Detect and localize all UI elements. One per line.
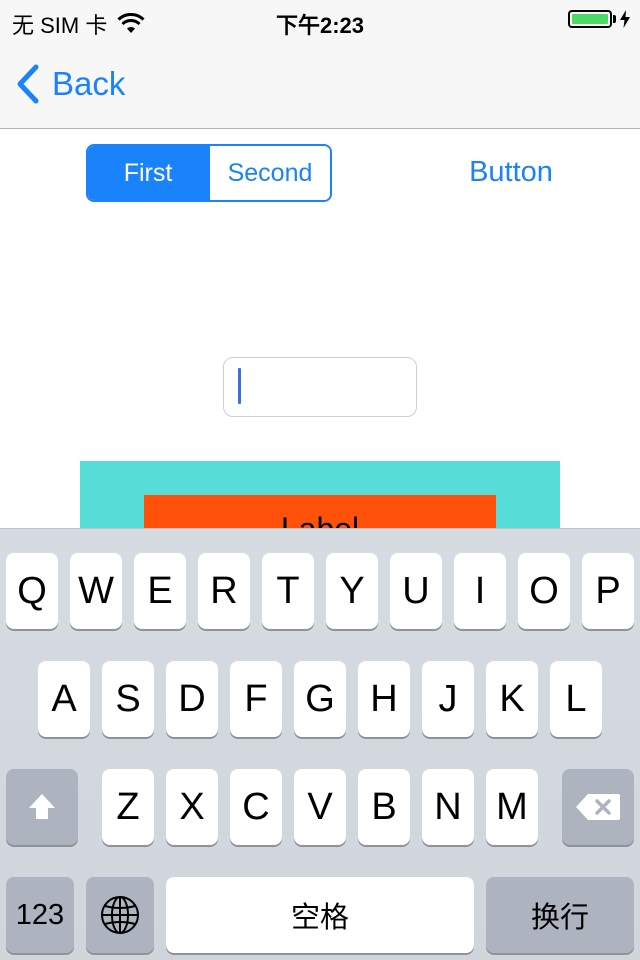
key-y[interactable]: Y: [326, 553, 378, 629]
shift-icon: [29, 794, 55, 819]
key-i[interactable]: I: [454, 553, 506, 629]
key-l[interactable]: L: [550, 661, 602, 737]
battery-fill: [572, 14, 608, 24]
key-j[interactable]: J: [422, 661, 474, 737]
key-e[interactable]: E: [134, 553, 186, 629]
globe-key[interactable]: [86, 877, 154, 953]
key-u[interactable]: U: [390, 553, 442, 629]
key-m[interactable]: M: [486, 769, 538, 845]
globe-icon: [101, 896, 139, 934]
return-key[interactable]: 换行: [486, 877, 634, 953]
segment-first[interactable]: First: [88, 146, 208, 200]
key-n[interactable]: N: [422, 769, 474, 845]
charging-bolt-icon: [620, 10, 630, 28]
segment-second[interactable]: Second: [208, 146, 330, 200]
key-s[interactable]: S: [102, 661, 154, 737]
key-b[interactable]: B: [358, 769, 410, 845]
battery-indicator: [568, 10, 630, 28]
delete-key[interactable]: [562, 769, 634, 845]
screen: 无 SIM 卡 下午2:23 Back First Second Button …: [0, 0, 640, 960]
back-button[interactable]: Back: [14, 64, 125, 104]
text-cursor: [238, 368, 241, 404]
plain-button[interactable]: Button: [440, 156, 582, 189]
keyboard: Q W E R T Y U I O P A S D F G H J K L Z …: [0, 528, 640, 960]
key-o[interactable]: O: [518, 553, 570, 629]
key-f[interactable]: F: [230, 661, 282, 737]
key-k[interactable]: K: [486, 661, 538, 737]
key-c[interactable]: C: [230, 769, 282, 845]
key-h[interactable]: H: [358, 661, 410, 737]
segmented-control: First Second: [86, 144, 332, 202]
battery-tip: [613, 15, 616, 23]
back-label: Back: [52, 65, 126, 102]
numbers-key[interactable]: 123: [6, 877, 74, 953]
key-p[interactable]: P: [582, 553, 634, 629]
key-t[interactable]: T: [262, 553, 314, 629]
key-a[interactable]: A: [38, 661, 90, 737]
key-r[interactable]: R: [198, 553, 250, 629]
key-v[interactable]: V: [294, 769, 346, 845]
status-bar: 无 SIM 卡 下午2:23: [0, 0, 640, 40]
key-x[interactable]: X: [166, 769, 218, 845]
navigation-bar: Back: [0, 40, 640, 129]
key-q[interactable]: Q: [6, 553, 58, 629]
text-field[interactable]: [223, 357, 417, 417]
chevron-left-icon: [17, 64, 39, 104]
shift-key[interactable]: [6, 769, 78, 845]
key-w[interactable]: W: [70, 553, 122, 629]
delete-icon: [576, 794, 620, 820]
battery-icon: [568, 10, 612, 28]
key-z[interactable]: Z: [102, 769, 154, 845]
status-time: 下午2:23: [275, 13, 365, 38]
space-key[interactable]: 空格: [166, 877, 474, 953]
key-g[interactable]: G: [294, 661, 346, 737]
key-d[interactable]: D: [166, 661, 218, 737]
